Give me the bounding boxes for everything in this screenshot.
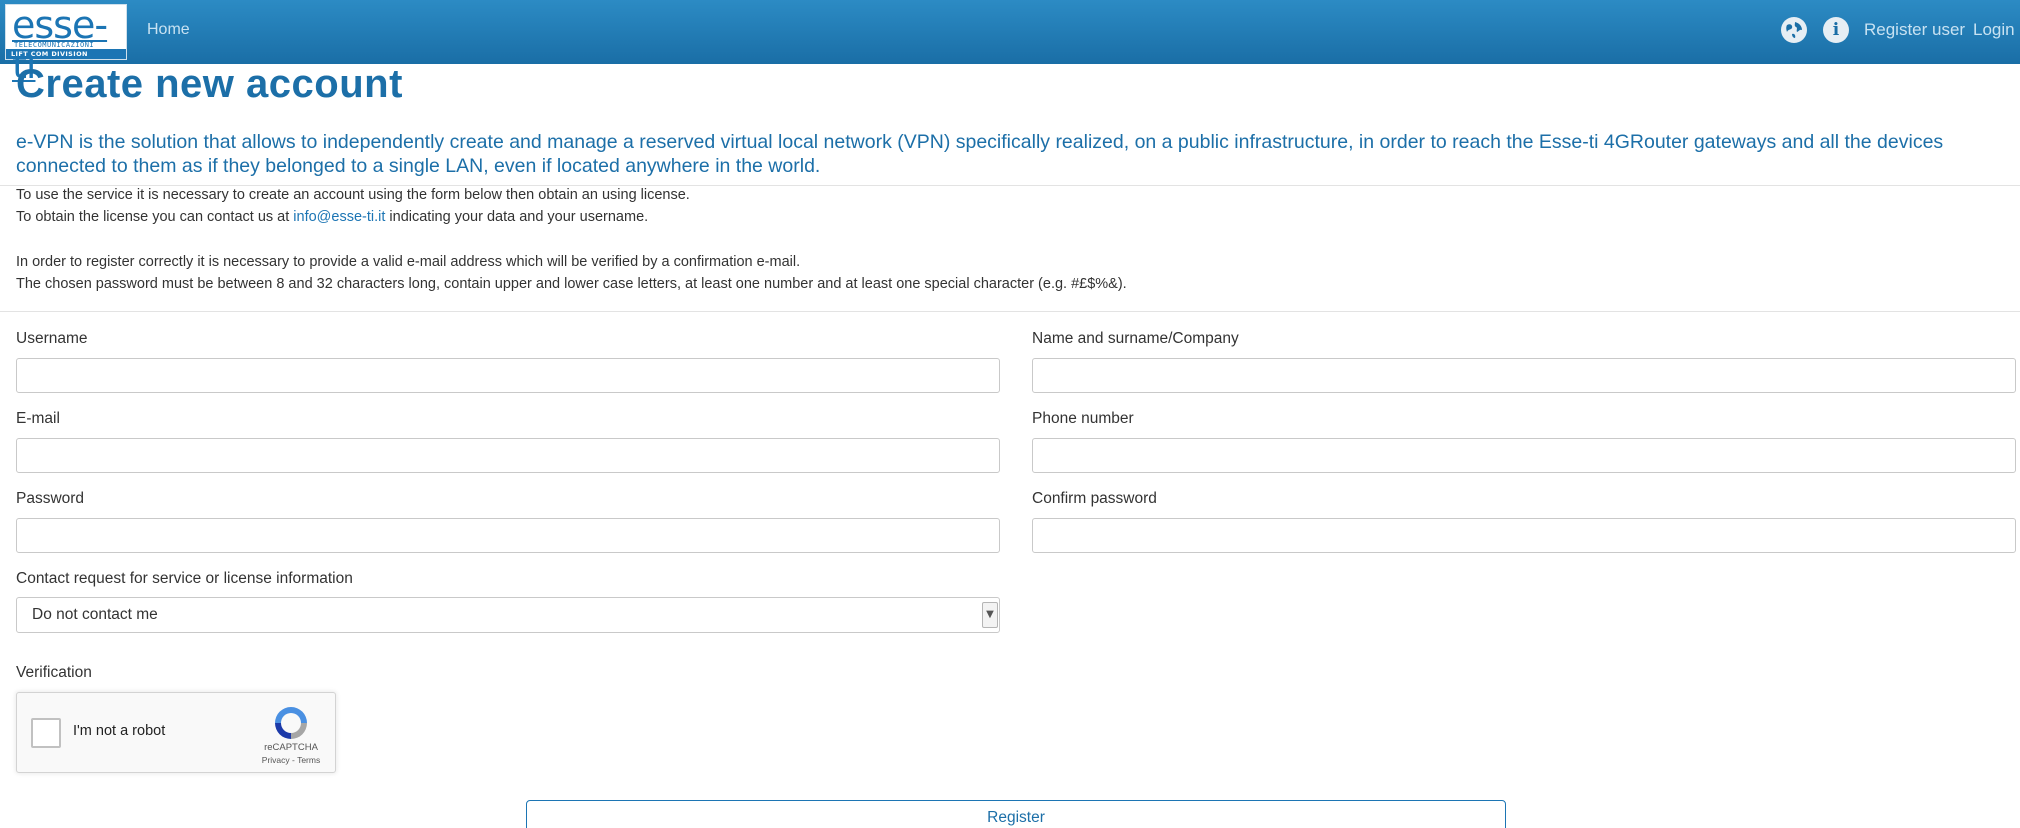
help-text-password: The chosen password must be between 8 an… [16,276,1127,292]
verification-label: Verification [16,664,92,681]
nav-home-link[interactable]: Home [147,21,190,39]
help-text-email: In order to register correctly it is nec… [16,254,801,270]
divider [0,311,2020,312]
recaptcha-privacy-terms-link[interactable]: Privacy - Terms [257,755,325,765]
username-input[interactable] [16,358,1000,393]
esse-ti-logo[interactable]: esse-ti TELECOMUNICAZIONI LIFT COM DIVIS… [5,4,127,85]
username-label: Username [16,330,88,347]
recaptcha-label: I'm not a robot [73,723,166,739]
recaptcha-widget: I'm not a robot reCAPTCHA Privacy - Term… [16,692,336,773]
info-icon[interactable]: i [1823,17,1849,43]
help-text-contact-start: To obtain the license you can contact us… [16,209,294,225]
logo-band: LIFT COM DIVISION [6,49,126,59]
recaptcha-checkbox[interactable] [31,718,61,748]
contact-request-value: Do not contact me [32,606,158,623]
confirm-password-input[interactable] [1032,518,2016,553]
password-label: Password [16,490,85,507]
help-text-contact-end: indicating your data and your username. [385,209,649,225]
phone-input[interactable] [1032,438,2016,473]
nav-login-link[interactable]: Login [1973,20,2015,40]
page-title: Create new account [16,62,403,106]
divider [0,185,2020,186]
email-input[interactable] [16,438,1000,473]
chevron-down-icon: ▼ [982,602,998,628]
globe-icon[interactable] [1781,17,1807,43]
help-text-contact: To obtain the license you can contact us… [16,209,648,225]
name-company-label: Name and surname/Company [1032,330,1239,347]
help-text-license: To use the service it is necessary to cr… [16,187,690,203]
intro-text: e-VPN is the solution that allows to ind… [16,131,1944,177]
phone-label: Phone number [1032,410,1134,427]
name-company-input[interactable] [1032,358,2016,393]
contact-email-link[interactable]: info@esse-ti.it [293,209,385,225]
confirm-password-label: Confirm password [1032,490,1157,507]
register-button[interactable]: Register [526,800,1506,828]
recaptcha-brand: reCAPTCHA [264,742,318,753]
contact-request-label: Contact request for service or license i… [16,570,353,587]
recaptcha-logo-icon [275,707,307,739]
top-navbar: esse-ti TELECOMUNICAZIONI LIFT COM DIVIS… [0,0,2020,85]
contact-request-select[interactable]: Do not contact me ▼ [16,597,1000,633]
logo-subtitle: TELECOMUNICAZIONI [14,41,95,49]
password-input[interactable] [16,518,1000,553]
email-label: E-mail [16,410,60,427]
nav-register-link[interactable]: Register user [1864,20,1965,40]
